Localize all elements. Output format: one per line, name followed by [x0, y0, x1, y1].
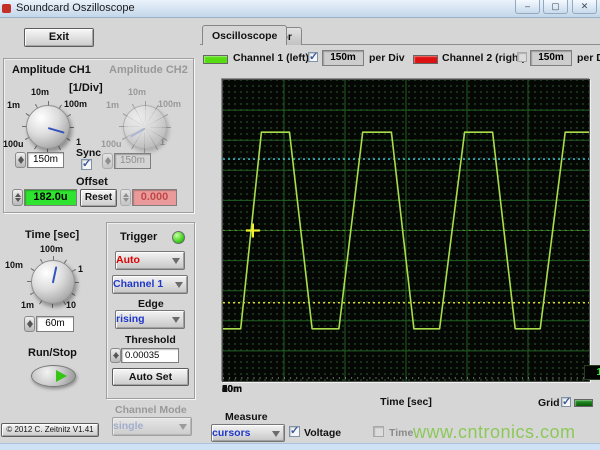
threshold-spinner[interactable] [110, 348, 121, 363]
ch2-legend-label: Channel 2 (right) [442, 52, 525, 64]
ch1-amplitude-spinner[interactable] [15, 152, 26, 168]
amplitude-ch2-label: Amplitude CH2 [109, 64, 188, 76]
channel-mode-label: Channel Mode [115, 404, 187, 416]
ch2-div-field[interactable]: 150m [530, 50, 572, 66]
play-icon [56, 370, 67, 382]
reset-button[interactable]: Reset [80, 189, 117, 207]
ch2-knob-needle [130, 127, 146, 138]
auto-set-button[interactable]: Auto Set [112, 368, 189, 386]
measure-mode-dropdown[interactable]: cursors [211, 424, 285, 442]
ch1-knob-needle [48, 127, 65, 134]
trigger-source-dropdown[interactable]: Channel 1 [112, 275, 188, 294]
knob-scale-label: 10m [31, 87, 49, 97]
time-measure-label: Time [389, 427, 413, 439]
ch1-amplitude-knob[interactable] [26, 105, 70, 149]
delta-value: 1.453 [584, 365, 600, 380]
scope-plot[interactable]: A 726.4m -726.4m dA 1.453 [222, 79, 590, 382]
trigger-label: Trigger [120, 231, 157, 243]
ch2-offset-spinner[interactable] [120, 189, 131, 206]
maximize-button[interactable]: ▢ [543, 0, 568, 14]
scope-svg [223, 80, 589, 381]
ch1-legend-label: Channel 1 (left) [233, 52, 309, 64]
knob-scale-label: 10m [128, 87, 146, 97]
knob-scale-label: 1m [21, 300, 34, 310]
grid-checkbox[interactable] [561, 397, 571, 407]
dropdown-arrow-icon [172, 258, 180, 264]
ch1-enable-checkbox[interactable] [308, 52, 318, 62]
knob-scale-label: 1 [78, 264, 83, 274]
ch1-div-field[interactable]: 150m [322, 50, 364, 66]
grid-color-swatch [574, 399, 593, 407]
knob-scale-label: 1m [7, 100, 20, 110]
window-title: Soundcard Oszilloscope [16, 2, 135, 14]
dropdown-arrow-icon [172, 317, 180, 323]
time-knob-needle [52, 266, 58, 283]
tab-oscilloscope[interactable]: Oscilloscope [202, 25, 287, 45]
x-tick-label: 60m [222, 384, 242, 395]
sync-checkbox[interactable] [81, 159, 92, 170]
amplitude-ch1-label: Amplitude CH1 [12, 64, 91, 76]
threshold-field[interactable]: 0.00035 [121, 348, 179, 363]
time-base-label: Time [sec] [25, 229, 79, 241]
ch2-per-div-label: per Div [577, 52, 600, 64]
copyright-button[interactable]: © 2012 C. Zeitnitz V1.41 [1, 423, 99, 437]
run-stop-label: Run/Stop [28, 347, 77, 359]
channel-mode-dropdown[interactable]: single [112, 417, 192, 436]
tab-bar: Oscilloscope X-Y Graph Frequency Signalg… [202, 25, 600, 46]
close-button[interactable]: ✕ [572, 0, 597, 14]
watermark: www.cntronics.com [413, 422, 576, 443]
knob-scale-label: 100u [101, 139, 122, 149]
threshold-label: Threshold [125, 334, 176, 346]
measure-label: Measure [225, 411, 268, 423]
ch2-amplitude-knob[interactable] [123, 105, 167, 149]
voltage-checkbox[interactable] [289, 426, 300, 437]
run-stop-button[interactable] [31, 365, 76, 387]
time-measure-checkbox[interactable] [373, 426, 384, 437]
dropdown-arrow-icon [175, 282, 183, 288]
ch2-color-swatch [413, 55, 438, 64]
voltage-label: Voltage [304, 427, 341, 439]
ch2-offset-field[interactable]: 0.000 [132, 189, 177, 206]
ch1-offset-spinner[interactable] [12, 189, 23, 206]
knob-scale-label: 100m [40, 244, 63, 254]
ch1-amplitude-field[interactable]: 150m [27, 152, 64, 168]
trigger-edge-dropdown[interactable]: rising [115, 310, 185, 329]
knob-scale-label: 10m [5, 260, 23, 270]
ch2-enable-checkbox[interactable] [517, 52, 527, 62]
per-div-unit-label: [1/Div] [69, 82, 103, 94]
knob-scale-label: 100u [3, 139, 24, 149]
ch2-amplitude-field[interactable]: 150m [114, 153, 151, 169]
edge-label: Edge [138, 298, 164, 310]
exit-button[interactable]: Exit [24, 28, 94, 47]
grid-label: Grid [538, 397, 560, 409]
window-title-bar[interactable]: Soundcard Oszilloscope – ▢ ✕ [0, 0, 600, 18]
time-spinner[interactable] [24, 316, 35, 332]
offset-label: Offset [76, 176, 108, 188]
app-icon [2, 4, 11, 13]
dropdown-arrow-icon [272, 431, 280, 437]
ch2-amplitude-spinner[interactable] [102, 153, 113, 169]
dropdown-arrow-icon [179, 424, 187, 430]
trigger-led [172, 231, 185, 244]
ch1-per-div-label: per Div [369, 52, 405, 64]
x-axis-title: Time [sec] [222, 396, 590, 408]
knob-scale-label: 100m [64, 99, 87, 109]
time-field[interactable]: 60m [36, 316, 74, 332]
trigger-mode-dropdown[interactable]: Auto [115, 251, 185, 270]
window-bottom-edge [0, 443, 600, 450]
knob-scale-label: 1m [106, 100, 119, 110]
minimize-button[interactable]: – [515, 0, 540, 14]
ch1-offset-field[interactable]: 182.0u [24, 189, 77, 206]
app-window: Soundcard Oszilloscope – ▢ ✕ Exit Amplit… [0, 0, 600, 450]
time-knob[interactable] [31, 260, 75, 304]
knob-scale-label: 1 [76, 137, 81, 147]
ch1-color-swatch [203, 55, 228, 64]
